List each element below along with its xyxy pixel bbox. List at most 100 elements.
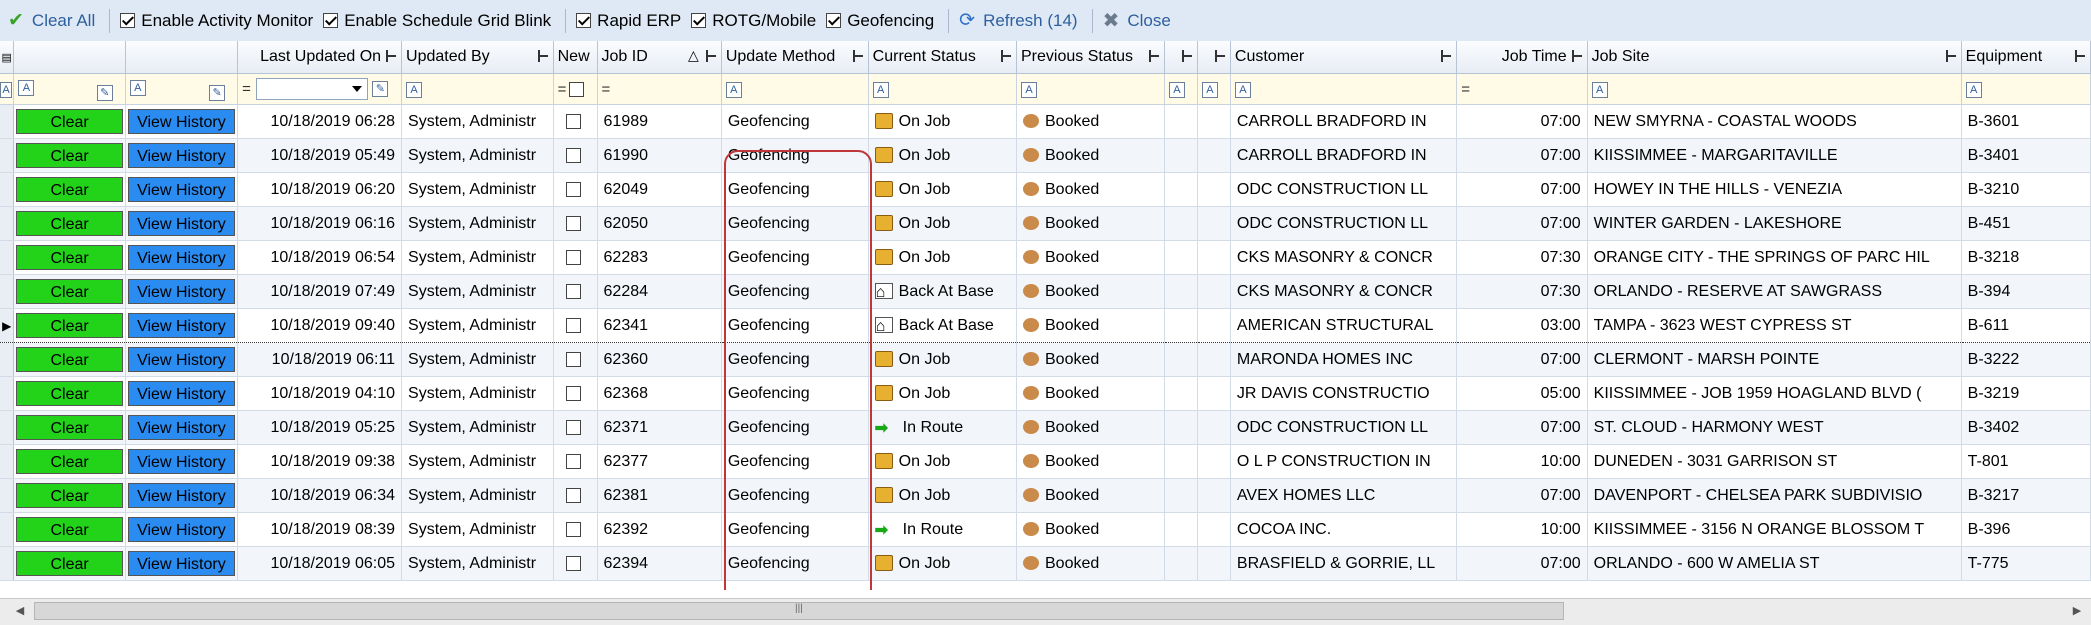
clear-button[interactable]: Clear — [16, 211, 123, 236]
job-site-cell[interactable]: ORLANDO - RESERVE AT SAWGRASS — [1587, 274, 1962, 309]
current-status-cell[interactable]: On Job — [868, 478, 1018, 513]
new-cell[interactable] — [553, 308, 598, 343]
view-history-button[interactable]: View History — [127, 415, 236, 440]
blank-cell[interactable] — [1164, 410, 1198, 445]
table-row[interactable]: Clear View History 10/18/2019 06:54 Syst… — [0, 240, 2091, 275]
clear-button[interactable]: Clear — [16, 279, 123, 304]
update-method-cell[interactable]: Geofencing — [721, 410, 869, 445]
updated-by-cell[interactable]: System, Administr — [401, 104, 554, 139]
table-row[interactable]: Clear View History 10/18/2019 05:25 Syst… — [0, 410, 2091, 445]
customer-cell[interactable]: CKS MASONRY & CONCR — [1230, 274, 1458, 309]
updated-by-cell[interactable]: System, Administr — [401, 478, 554, 513]
current-status-cell[interactable]: ⌂ Back At Base — [868, 308, 1018, 343]
new-cell[interactable] — [553, 546, 598, 581]
filter-previous-status[interactable]: A — [1016, 73, 1165, 105]
last-updated-cell[interactable]: 10/18/2019 06:54 — [237, 240, 403, 275]
equipment-cell[interactable]: B-611 — [1961, 308, 2091, 343]
last-updated-cell[interactable]: 10/18/2019 09:40 — [237, 308, 403, 343]
customer-cell[interactable]: CKS MASONRY & CONCR — [1230, 240, 1458, 275]
header-customer[interactable]: Customer — [1230, 41, 1458, 74]
table-row[interactable]: Clear View History 10/18/2019 04:10 Syst… — [0, 376, 2091, 411]
pin-icon[interactable] — [1214, 50, 1226, 62]
job-site-cell[interactable]: DAVENPORT - CHELSEA PARK SUBDIVISIO — [1587, 478, 1962, 513]
filter-clear-icon[interactable]: ✎ — [372, 81, 389, 97]
clear-button[interactable]: Clear — [16, 347, 123, 372]
previous-status-cell[interactable]: Booked — [1016, 240, 1165, 275]
customer-cell[interactable]: CARROLL BRADFORD IN — [1230, 138, 1458, 173]
row-indicator[interactable] — [0, 512, 15, 547]
table-row[interactable]: Clear View History 10/18/2019 08:39 Syst… — [0, 512, 2091, 547]
blank-cell[interactable] — [1197, 206, 1231, 241]
current-status-cell[interactable]: On Job — [868, 240, 1018, 275]
clear-button[interactable]: Clear — [16, 483, 123, 508]
row-indicator[interactable] — [0, 206, 15, 241]
job-id-cell[interactable]: 62341 — [597, 308, 722, 343]
blank-cell[interactable] — [1164, 206, 1198, 241]
previous-status-cell[interactable]: Booked — [1016, 206, 1165, 241]
job-site-cell[interactable]: DUNEDEN - 3031 GARRISON ST — [1587, 444, 1962, 479]
current-status-cell[interactable]: On Job — [868, 342, 1018, 377]
header-updated-by[interactable]: Updated By — [401, 41, 554, 74]
job-time-cell[interactable]: 07:30 — [1456, 240, 1588, 275]
previous-status-cell[interactable]: Booked — [1016, 308, 1165, 343]
job-time-cell[interactable]: 07:00 — [1456, 546, 1588, 581]
pin-icon[interactable] — [1571, 50, 1583, 62]
last-updated-cell[interactable]: 10/18/2019 06:20 — [237, 172, 403, 207]
last-updated-cell[interactable]: 10/18/2019 07:49 — [237, 274, 403, 309]
new-checkbox[interactable] — [565, 385, 581, 401]
customer-cell[interactable]: ODC CONSTRUCTION LL — [1230, 172, 1458, 207]
filter-job-id[interactable]: = — [597, 73, 722, 105]
job-time-cell[interactable]: 07:00 — [1456, 342, 1588, 377]
updated-by-cell[interactable]: System, Administr — [401, 206, 554, 241]
customer-cell[interactable]: O L P CONSTRUCTION IN — [1230, 444, 1458, 479]
header-job-id[interactable]: Job ID △ — [597, 41, 722, 74]
new-checkbox[interactable] — [565, 521, 581, 537]
view-history-button[interactable]: View History — [127, 517, 236, 542]
previous-status-cell[interactable]: Booked — [1016, 410, 1165, 445]
clear-button[interactable]: Clear — [16, 517, 123, 542]
row-indicator[interactable] — [0, 478, 15, 513]
blank-cell[interactable] — [1164, 376, 1198, 411]
table-row[interactable]: ▶ Clear View History 10/18/2019 09:40 Sy… — [0, 308, 2091, 343]
equipment-cell[interactable]: B-3217 — [1961, 478, 2091, 513]
blank-cell[interactable] — [1197, 512, 1231, 547]
filter-new-checkbox[interactable] — [569, 82, 585, 98]
view-history-button[interactable]: View History — [127, 177, 236, 202]
new-cell[interactable] — [553, 444, 598, 479]
current-status-cell[interactable]: ➡ In Route — [868, 512, 1018, 547]
header-update-method[interactable]: Update Method — [721, 41, 869, 74]
update-method-cell[interactable]: Geofencing — [721, 444, 869, 479]
blank-cell[interactable] — [1164, 104, 1198, 139]
new-cell[interactable] — [553, 342, 598, 377]
last-updated-cell[interactable]: 10/18/2019 05:25 — [237, 410, 403, 445]
job-site-cell[interactable]: CLERMONT - MARSH POINTE — [1587, 342, 1962, 377]
job-id-cell[interactable]: 62360 — [597, 342, 722, 377]
job-time-cell[interactable]: 10:00 — [1456, 444, 1588, 479]
row-indicator[interactable] — [0, 138, 15, 173]
updated-by-cell[interactable]: System, Administr — [401, 308, 554, 343]
previous-status-cell[interactable]: Booked — [1016, 546, 1165, 581]
filter-date-dropdown[interactable] — [255, 78, 368, 100]
view-history-button[interactable]: View History — [127, 347, 236, 372]
update-method-cell[interactable]: Geofencing — [721, 138, 869, 173]
new-checkbox[interactable] — [565, 351, 581, 367]
job-id-cell[interactable]: 62049 — [597, 172, 722, 207]
job-id-cell[interactable]: 62394 — [597, 546, 722, 581]
new-cell[interactable] — [553, 172, 598, 207]
update-method-cell[interactable]: Geofencing — [721, 104, 869, 139]
view-history-button[interactable]: View History — [127, 279, 236, 304]
enable-activity-monitor-checkbox[interactable]: Enable Activity Monitor — [120, 11, 313, 31]
clear-all-button[interactable]: ✔ Clear All — [8, 9, 95, 32]
current-status-cell[interactable]: On Job — [868, 444, 1018, 479]
last-updated-cell[interactable]: 10/18/2019 09:38 — [237, 444, 403, 479]
row-indicator[interactable] — [0, 274, 15, 309]
row-indicator[interactable] — [0, 172, 15, 207]
equipment-cell[interactable]: B-3402 — [1961, 410, 2091, 445]
view-history-button[interactable]: View History — [127, 313, 236, 338]
previous-status-cell[interactable]: Booked — [1016, 478, 1165, 513]
previous-status-cell[interactable]: Booked — [1016, 444, 1165, 479]
new-checkbox[interactable] — [565, 249, 581, 265]
filter-clear-column[interactable]: A ✎ — [13, 73, 126, 105]
filter-clear-icon[interactable]: ✎ — [96, 84, 113, 101]
job-time-cell[interactable]: 07:00 — [1456, 206, 1588, 241]
